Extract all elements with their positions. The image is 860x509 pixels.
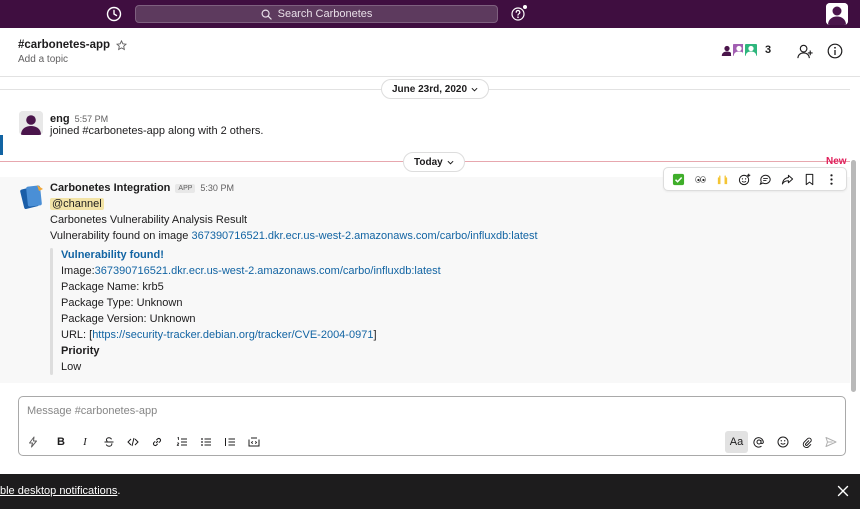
search-icon xyxy=(261,9,272,20)
attachment-title-link[interactable]: Vulnerability found! xyxy=(61,249,164,261)
format-toggle-button[interactable]: Aa xyxy=(725,431,748,453)
attachment-image-link[interactable]: 367390716521.dkr.ecr.us-west-2.amazonaws… xyxy=(95,265,441,277)
reply-thread-icon[interactable] xyxy=(758,172,773,187)
member-list-button[interactable]: 3 xyxy=(719,42,771,58)
avatar[interactable] xyxy=(19,111,43,135)
message-timestamp[interactable]: 5:30 PM xyxy=(200,183,234,193)
attachment-bar xyxy=(50,248,53,375)
member-avatar xyxy=(743,42,759,58)
link-icon[interactable] xyxy=(149,434,165,450)
bold-icon[interactable]: B xyxy=(53,434,69,450)
star-icon[interactable] xyxy=(116,39,128,51)
attach-icon[interactable] xyxy=(799,434,815,450)
attachment-image-line: Image:367390716521.dkr.ecr.us-west-2.ama… xyxy=(61,265,441,277)
banner-suffix: . xyxy=(117,485,121,497)
strikethrough-icon[interactable] xyxy=(101,434,117,450)
top-bar: Search Carbonetes xyxy=(0,0,860,28)
chevron-down-icon xyxy=(447,160,454,165)
message-author[interactable]: Carbonetes Integration xyxy=(50,182,170,194)
message-header: Carbonetes Integration APP 5:30 PM xyxy=(50,182,234,194)
scrollbar[interactable] xyxy=(851,160,856,392)
history-icon[interactable] xyxy=(106,6,122,22)
priority-value: Low xyxy=(61,361,82,373)
add-topic-link[interactable]: Add a topic xyxy=(18,54,68,65)
search-bar[interactable]: Search Carbonetes xyxy=(135,5,498,23)
blockquote-icon[interactable] xyxy=(222,434,238,450)
code-icon[interactable] xyxy=(125,434,141,450)
message-actions-toolbar xyxy=(663,167,847,191)
white-check-mark-emoji[interactable] xyxy=(671,172,686,187)
code-block-icon[interactable] xyxy=(246,434,262,450)
italic-icon[interactable]: I xyxy=(77,434,93,450)
shortcuts-icon[interactable] xyxy=(25,434,41,450)
today-label: Today xyxy=(414,156,443,168)
message-input[interactable] xyxy=(27,405,727,417)
user-avatar[interactable] xyxy=(826,3,848,25)
enable-notifications-link[interactable]: ble desktop notifications xyxy=(0,485,117,497)
eyes-emoji[interactable] xyxy=(693,172,708,187)
attachment-image-label: Image: xyxy=(61,265,95,277)
chevron-down-icon xyxy=(471,87,478,92)
add-reaction-icon[interactable] xyxy=(737,172,752,187)
package-type: Package Type: Unknown xyxy=(61,297,183,309)
mention-icon[interactable] xyxy=(751,434,767,450)
message-text: joined #carbonetes-app along with 2 othe… xyxy=(50,125,264,137)
url-line: URL: [https://security-tracker.debian.or… xyxy=(61,329,377,341)
message-composer: B I Aa xyxy=(18,396,846,456)
unread-marker xyxy=(0,135,3,155)
notification-banner: ble desktop notifications. xyxy=(0,474,860,509)
channel-mention[interactable]: @channel xyxy=(50,198,104,210)
message-text-prefix: Vulnerability found on image xyxy=(50,230,192,242)
mention-line: @channel xyxy=(50,198,104,210)
priority-label: Priority xyxy=(61,345,100,357)
date-jump-button[interactable]: June 23rd, 2020 xyxy=(381,79,490,99)
more-actions-icon[interactable] xyxy=(824,172,839,187)
ordered-list-icon[interactable] xyxy=(174,434,190,450)
package-name: Package Name: krb5 xyxy=(61,281,164,293)
close-icon[interactable] xyxy=(836,484,850,498)
channel-name: #carbonetes-app xyxy=(18,39,111,51)
today-jump-button[interactable]: Today xyxy=(403,152,465,172)
new-messages-label: New xyxy=(826,156,847,167)
bulleted-list-icon[interactable] xyxy=(198,434,214,450)
message-hover-background xyxy=(0,177,850,383)
package-version: Package Version: Unknown xyxy=(61,313,196,325)
message-author[interactable]: eng xyxy=(50,113,70,125)
channel-header: #carbonetes-app Add a topic 3 xyxy=(0,28,860,77)
emoji-icon[interactable] xyxy=(775,434,791,450)
add-member-icon[interactable] xyxy=(797,43,814,60)
image-link[interactable]: 367390716521.dkr.ecr.us-west-2.amazonaws… xyxy=(191,230,537,242)
message-header: eng 5:57 PM xyxy=(50,110,108,125)
banner-text: ble desktop notifications. xyxy=(0,485,120,497)
cve-link[interactable]: https://security-tracker.debian.org/trac… xyxy=(92,329,373,341)
message-text: Carbonetes Vulnerability Analysis Result xyxy=(50,214,248,226)
message-text-image: Vulnerability found on image 36739071652… xyxy=(50,230,538,242)
info-icon[interactable] xyxy=(827,43,843,59)
message-timestamp[interactable]: 5:57 PM xyxy=(75,114,109,124)
member-count: 3 xyxy=(765,44,772,56)
send-icon[interactable] xyxy=(823,434,839,450)
raised-hands-emoji[interactable] xyxy=(715,172,730,187)
bookmark-icon[interactable] xyxy=(802,172,817,187)
share-icon[interactable] xyxy=(780,172,795,187)
help-notification-dot xyxy=(522,4,528,10)
app-avatar[interactable] xyxy=(19,183,45,211)
channel-title[interactable]: #carbonetes-app xyxy=(18,39,128,51)
search-placeholder: Search Carbonetes xyxy=(277,8,373,20)
app-badge: APP xyxy=(175,183,196,193)
url-prefix: URL: [ xyxy=(61,329,93,341)
date-label: June 23rd, 2020 xyxy=(392,83,468,95)
url-suffix: ] xyxy=(373,329,377,341)
